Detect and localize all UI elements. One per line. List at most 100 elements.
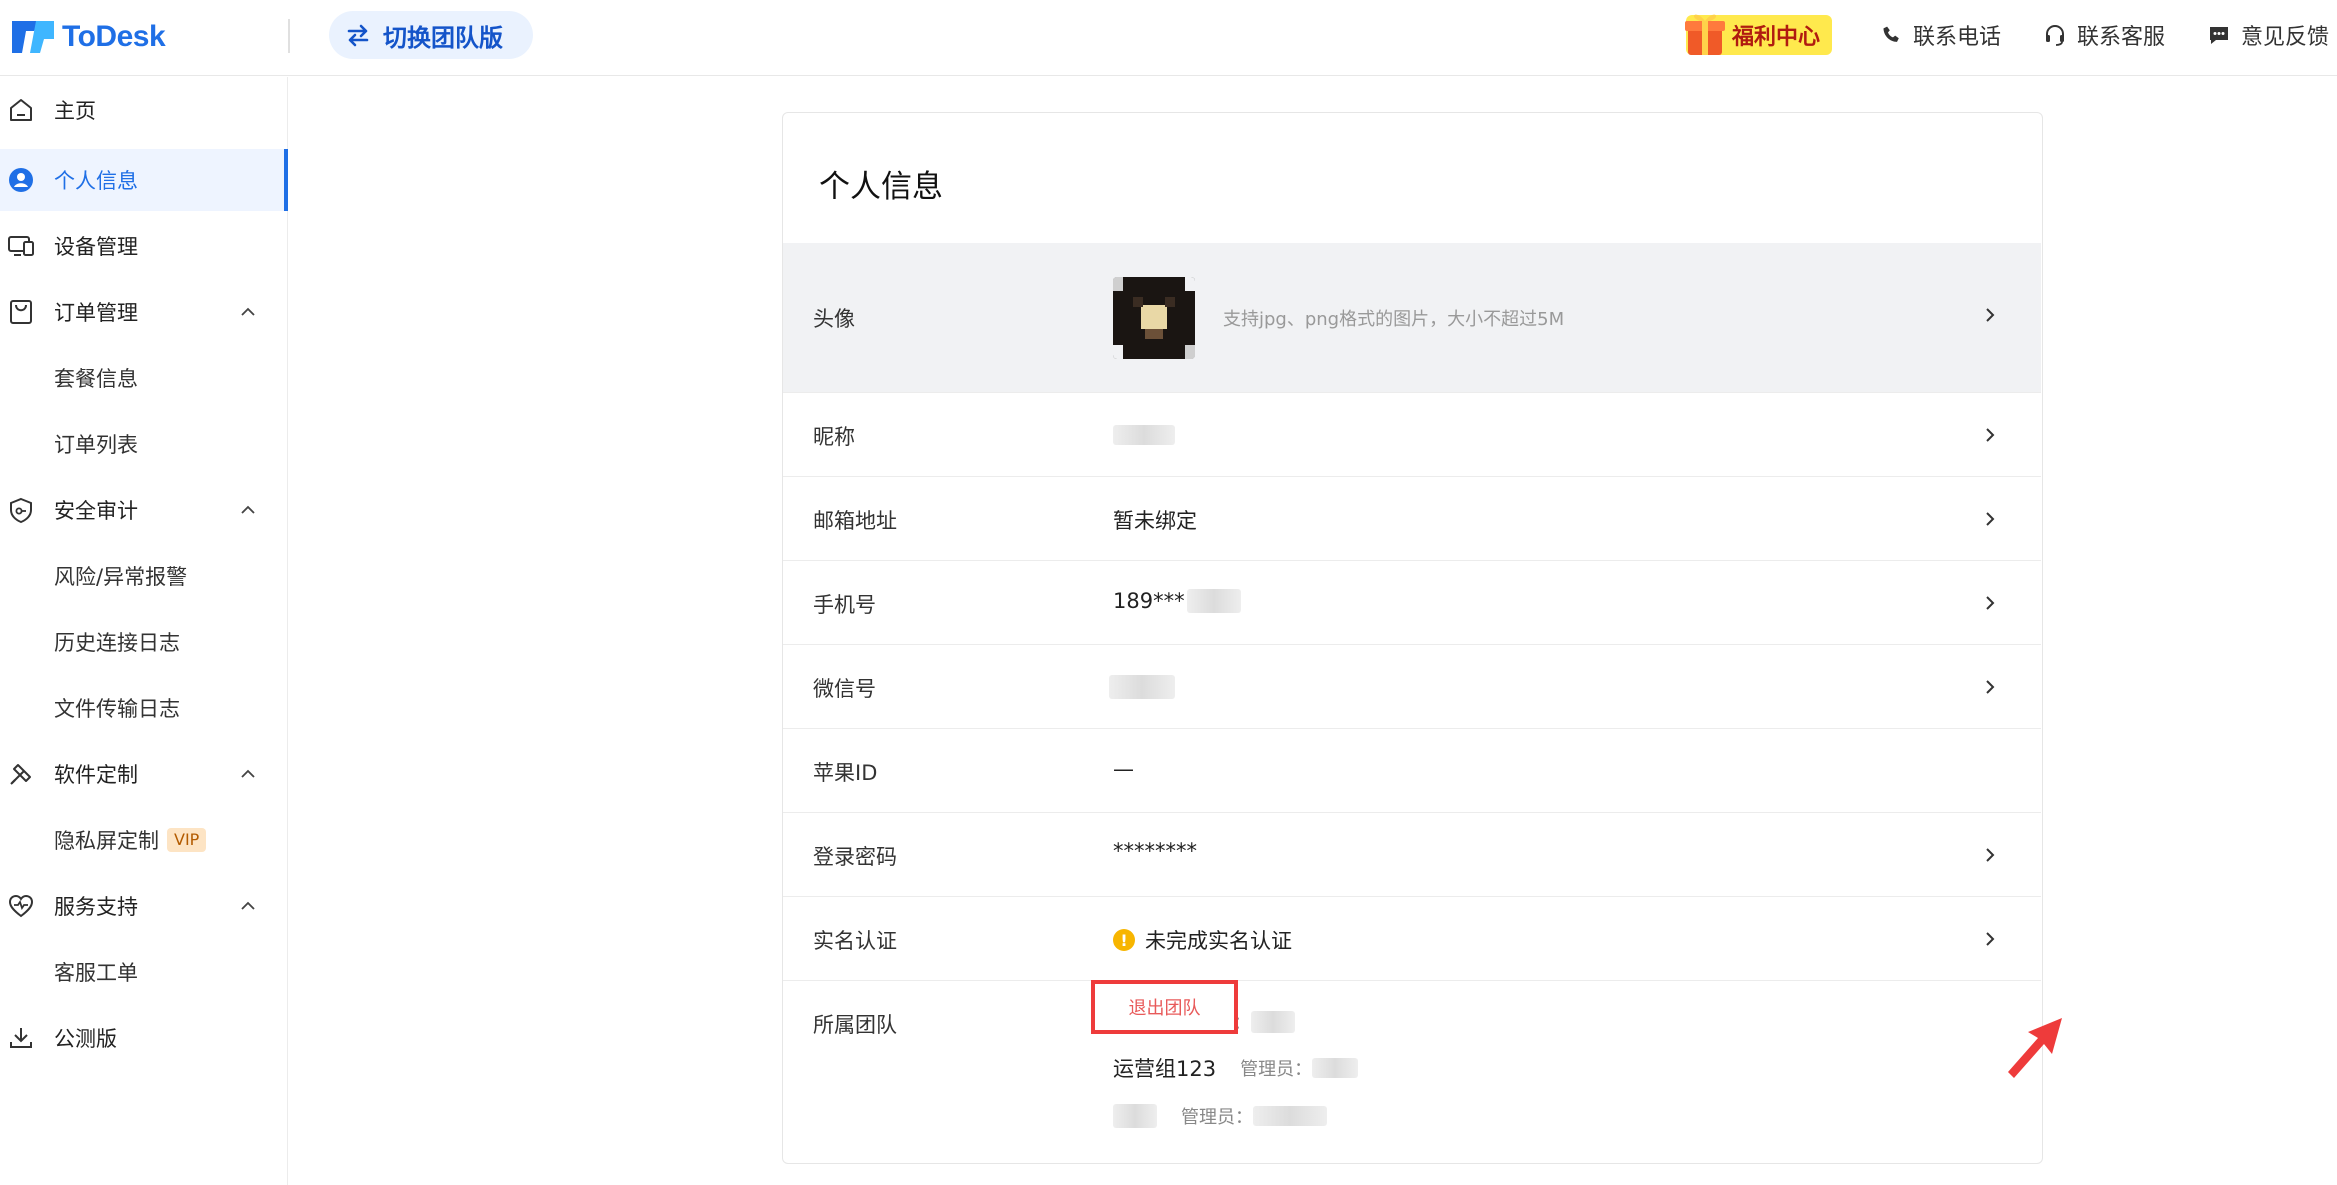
chevron-up-icon[interactable] [238, 500, 258, 520]
sidebar-item-home[interactable]: 主页 [0, 79, 288, 141]
avatar-row[interactable]: 头像 支持jpg、png格式的图片，大小不超过5M [783, 243, 2041, 393]
avatar[interactable] [1113, 277, 1195, 359]
chevron-right-icon [1986, 680, 1995, 694]
chevron-up-icon[interactable] [238, 896, 258, 916]
sidebar-item-label: 订单列表 [54, 433, 138, 457]
shield-icon [6, 495, 36, 525]
team-name-blurred [1113, 1104, 1157, 1128]
sidebar-item-support[interactable]: 服务支持 [0, 875, 288, 937]
page-title: 个人信息 [819, 169, 943, 205]
realname-value: 未完成实名认证 [1145, 929, 1292, 953]
top-bar: ToDesk 切换团队版 福利中心 联系电话 联系客服 意见反馈 [0, 0, 2337, 76]
team-admin-label: 管理员： [1240, 1059, 1313, 1080]
user-circle-icon [6, 165, 36, 195]
logo-text: ToDesk [62, 20, 166, 53]
avatar-hint: 支持jpg、png格式的图片，大小不超过5M [1223, 309, 1565, 330]
sidebar: 主页 个人信息 设备管理 订单管理 套餐信息 订单列表 安全审计 风险/异常报警… [0, 77, 288, 1185]
email-value: 暂未绑定 [1113, 509, 1197, 533]
chevron-right-icon [1986, 932, 1995, 946]
sidebar-item-label: 历史连接日志 [54, 631, 180, 655]
sidebar-item-label: 软件定制 [54, 763, 138, 787]
password-row[interactable]: 登录密码 ******** [783, 813, 2041, 897]
sidebar-item-label: 公测版 [54, 1027, 117, 1051]
privacy-screen-label: 隐私屏定制 [54, 829, 159, 853]
apple-id-label: 苹果ID [813, 761, 878, 785]
phone-value: 189*** [1113, 589, 1185, 613]
chevron-up-icon[interactable] [238, 302, 258, 322]
sidebar-item-privacy-screen[interactable]: 隐私屏定制 VIP [0, 809, 288, 871]
sidebar-item-label: 风险/异常报警 [54, 565, 188, 589]
apple-id-value: — [1113, 757, 1134, 781]
sidebar-item-label: 文件传输日志 [54, 697, 180, 721]
password-label: 登录密码 [813, 845, 897, 869]
team-item: 管理员： [1113, 1103, 1327, 1129]
feedback-link[interactable]: 意见反馈 [2207, 19, 2329, 51]
sidebar-item-label: 服务支持 [54, 895, 138, 919]
sidebar-item-order-list[interactable]: 订单列表 [0, 413, 288, 475]
sidebar-item-label: 隐私屏定制 VIP [54, 825, 207, 855]
todesk-logo[interactable]: ToDesk [10, 17, 166, 57]
message-icon [2209, 27, 2228, 44]
warning-icon: ! [1113, 929, 1135, 951]
chevron-right-icon [1986, 848, 1995, 862]
chevron-right-icon [1986, 596, 1995, 610]
sidebar-item-custom[interactable]: 软件定制 [0, 743, 288, 805]
wechat-value-blurred [1109, 675, 1175, 699]
sidebar-item-security[interactable]: 安全审计 [0, 479, 288, 541]
heart-icon [6, 891, 36, 921]
nickname-value-blurred [1113, 425, 1175, 445]
sidebar-item-ticket[interactable]: 客服工单 [0, 941, 288, 1003]
logo-icon [12, 21, 54, 53]
sidebar-item-label: 主页 [54, 99, 96, 123]
team-name: 运营组123 [1113, 1057, 1217, 1081]
sidebar-item-label: 套餐信息 [54, 367, 138, 391]
download-icon [6, 1023, 36, 1053]
sidebar-item-profile[interactable]: 个人信息 [0, 149, 288, 211]
contact-service-label: 联系客服 [2076, 25, 2165, 50]
sidebar-item-label: 客服工单 [54, 961, 138, 985]
sidebar-item-package[interactable]: 套餐信息 [0, 347, 288, 409]
team-admin-blurred [1312, 1058, 1359, 1078]
phone-value-blurred [1186, 589, 1241, 613]
profile-card: 个人信息 头像 支持jpg、png格式的图片，大小不超过5M 昵称 邮箱地址 暂… [782, 112, 2043, 1164]
sidebar-item-file-log[interactable]: 文件传输日志 [0, 677, 288, 739]
team-item: 运营组123 管理员： [1113, 1053, 1359, 1083]
realname-label: 实名认证 [813, 929, 897, 953]
email-label: 邮箱地址 [813, 509, 897, 533]
quit-team-button[interactable]: 退出团队 [1091, 980, 1238, 1034]
contact-service-link[interactable]: 联系客服 [2043, 19, 2165, 51]
sidebar-item-label: 个人信息 [54, 169, 138, 193]
contact-phone-link[interactable]: 联系电话 [1879, 19, 2001, 51]
wechat-row[interactable]: 微信号 [783, 645, 2041, 729]
email-row[interactable]: 邮箱地址 暂未绑定 [783, 477, 2041, 561]
chevron-up-icon[interactable] [238, 764, 258, 784]
team-admin-label: 管理员： [1181, 1107, 1253, 1128]
sidebar-item-orders[interactable]: 订单管理 [0, 281, 288, 343]
switch-team-button[interactable]: 切换团队版 [329, 11, 533, 59]
vip-badge: VIP [167, 828, 207, 852]
team-admin-blurred [1251, 1011, 1295, 1033]
chevron-right-icon [1986, 308, 1995, 322]
avatar-label: 头像 [813, 307, 855, 331]
sidebar-item-label: 设备管理 [54, 235, 138, 259]
sidebar-item-risk-alert[interactable]: 风险/异常报警 [0, 545, 288, 607]
sidebar-item-connection-log[interactable]: 历史连接日志 [0, 611, 288, 673]
phone-row[interactable]: 手机号 189*** [783, 561, 2041, 645]
realname-row[interactable]: 实名认证 ! 未完成实名认证 [783, 897, 2041, 981]
sidebar-item-devices[interactable]: 设备管理 [0, 215, 288, 277]
team-row: 所属团队 产品 管理员： 运营组123 管理员： 管理员： [783, 981, 2041, 1161]
chevron-right-icon [1986, 512, 1995, 526]
welfare-center-label: 福利中心 [1731, 25, 1820, 50]
sidebar-item-beta[interactable]: 公测版 [0, 1007, 288, 1069]
welfare-center-button[interactable]: 福利中心 [1684, 14, 1832, 55]
switch-team-label: 切换团队版 [383, 23, 503, 52]
device-icon [6, 231, 36, 261]
team-admin-blurred [1253, 1106, 1327, 1126]
home-icon [6, 95, 36, 125]
nickname-label: 昵称 [813, 425, 855, 449]
gift-icon [1684, 14, 1725, 55]
switch-arrows-icon [347, 24, 369, 47]
contact-phone-label: 联系电话 [1912, 25, 2001, 50]
tools-icon [6, 759, 36, 789]
nickname-row[interactable]: 昵称 [783, 393, 2041, 477]
